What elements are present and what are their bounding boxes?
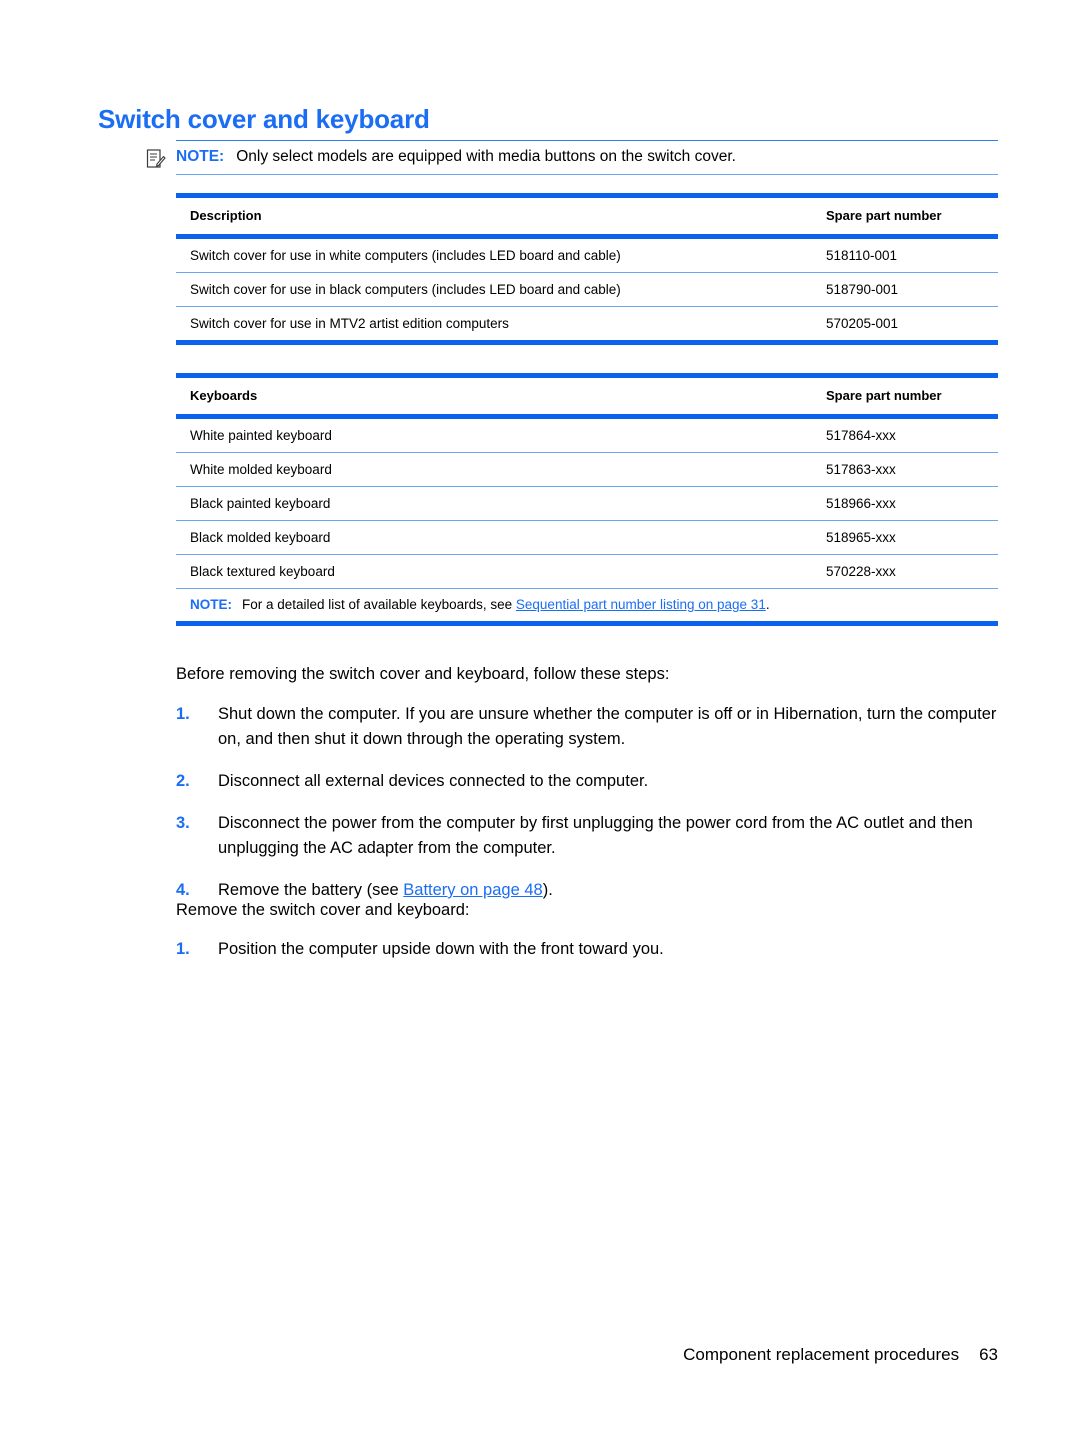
step-text-after-link: ).: [542, 881, 553, 899]
table-row: Black molded keyboard 518965-xxx: [176, 520, 998, 555]
intro-paragraph: Before removing the switch cover and key…: [176, 665, 670, 683]
table-row: Black painted keyboard 518966-xxx: [176, 486, 998, 521]
list-item: 1. Position the computer upside down wit…: [176, 937, 998, 962]
table-header-row: Keyboards Spare part number: [176, 373, 998, 419]
table-footer-note-row: NOTE: For a detailed list of available ke…: [176, 588, 998, 626]
cell-spare-part-number: 518965-xxx: [812, 520, 998, 555]
list-item: 2. Disconnect all external devices conne…: [176, 769, 998, 794]
cell-spare-part-number: 570205-001: [812, 306, 998, 345]
cell-keyboard: Black textured keyboard: [176, 554, 812, 589]
table-footer-note: NOTE: For a detailed list of available ke…: [176, 588, 998, 626]
note-pad-pencil-icon: [146, 148, 166, 169]
cell-spare-part-number: 517863-xxx: [812, 452, 998, 487]
switch-cover-table: Description Spare part number Switch cov…: [176, 193, 998, 345]
table-row: Switch cover for use in white computers …: [176, 236, 998, 273]
note-row: NOTE: Only select models are equipped wi…: [146, 141, 998, 174]
top-note-block: NOTE: Only select models are equipped wi…: [146, 140, 998, 175]
cell-spare-part-number: 570228-xxx: [812, 554, 998, 589]
footer-page-number: 63: [979, 1345, 998, 1364]
cell-keyboard: White painted keyboard: [176, 416, 812, 453]
note-label: NOTE:: [176, 148, 225, 165]
note-text: Only select models are equipped with med…: [236, 148, 736, 165]
battery-page-link[interactable]: Battery on page 48: [403, 881, 542, 899]
cell-spare-part-number: 518110-001: [812, 236, 998, 273]
note-text-before-link: For a detailed list of available keyboar…: [242, 597, 516, 612]
column-header-spare-part-number: Spare part number: [812, 193, 998, 239]
step-text-before-link: Remove the battery (see: [218, 881, 404, 899]
note-label: NOTE:: [190, 597, 232, 612]
keyboards-table-wrapper: Keyboards Spare part number White painte…: [176, 373, 998, 626]
step-number: 3.: [176, 814, 190, 832]
cell-keyboard: Black molded keyboard: [176, 520, 812, 555]
step-number: 2.: [176, 772, 190, 790]
page-footer: Component replacement procedures 63: [0, 1345, 1080, 1365]
cell-description: Switch cover for use in black computers …: [176, 272, 812, 307]
list-item: 1. Shut down the computer. If you are un…: [176, 702, 998, 752]
before-steps-list-wrapper: 1. Shut down the computer. If you are un…: [176, 702, 998, 920]
step-text: Disconnect the power from the computer b…: [218, 814, 973, 857]
column-header-description: Description: [176, 193, 812, 239]
table-row: Switch cover for use in black computers …: [176, 272, 998, 307]
column-header-keyboards: Keyboards: [176, 373, 812, 419]
keyboards-table: Keyboards Spare part number White painte…: [176, 373, 998, 626]
note-text-after-link: .: [765, 597, 770, 612]
table-row: Switch cover for use in MTV2 artist edit…: [176, 306, 998, 345]
cell-spare-part-number: 518790-001: [812, 272, 998, 307]
step-number: 1.: [176, 940, 190, 958]
switch-cover-table-wrapper: Description Spare part number Switch cov…: [176, 193, 998, 345]
cell-description: Switch cover for use in MTV2 artist edit…: [176, 306, 812, 345]
page-title: Switch cover and keyboard: [98, 104, 430, 134]
remove-paragraph: Remove the switch cover and keyboard:: [176, 901, 470, 919]
list-item: 3. Disconnect the power from the compute…: [176, 811, 998, 861]
table-row: Black textured keyboard 570228-xxx: [176, 554, 998, 589]
sequential-part-number-listing-link[interactable]: Sequential part number listing on page 3…: [516, 597, 766, 612]
step-number: 1.: [176, 705, 190, 723]
table-row: White molded keyboard 517863-xxx: [176, 452, 998, 487]
table-header-row: Description Spare part number: [176, 193, 998, 239]
remove-paragraph-wrapper: Remove the switch cover and keyboard:: [176, 898, 998, 923]
note-bottom-rule: [176, 174, 998, 175]
cell-keyboard: White molded keyboard: [176, 452, 812, 487]
intro-paragraph-wrapper: Before removing the switch cover and key…: [176, 662, 998, 687]
column-header-spare-part-number: Spare part number: [812, 373, 998, 419]
before-steps-list: 1. Shut down the computer. If you are un…: [176, 702, 998, 903]
footer-title: Component replacement procedures: [683, 1345, 960, 1364]
cell-spare-part-number: 517864-xxx: [812, 416, 998, 453]
cell-spare-part-number: 518966-xxx: [812, 486, 998, 521]
table-row: White painted keyboard 517864-xxx: [176, 416, 998, 453]
step-text: Disconnect all external devices connecte…: [218, 772, 649, 790]
remove-steps-list: 1. Position the computer upside down wit…: [176, 937, 998, 962]
cell-description: Switch cover for use in white computers …: [176, 236, 812, 273]
cell-keyboard: Black painted keyboard: [176, 486, 812, 521]
document-page: Switch cover and keyboard NOTE: Only sel…: [0, 0, 1080, 1437]
step-text: Shut down the computer. If you are unsur…: [218, 705, 997, 748]
remove-steps-list-wrapper: 1. Position the computer upside down wit…: [176, 937, 998, 979]
step-text: Position the computer upside down with t…: [218, 940, 664, 958]
